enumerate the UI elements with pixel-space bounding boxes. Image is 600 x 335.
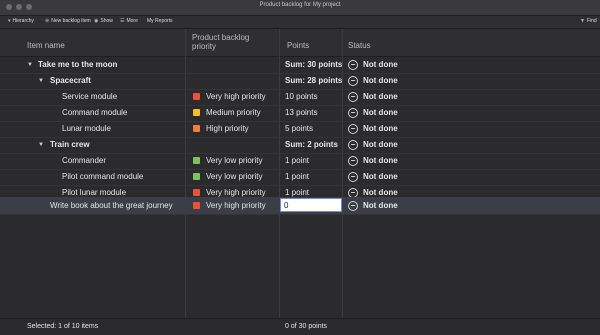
more-button[interactable]: ☰ More (120, 18, 138, 24)
item-priority[interactable]: High priority (206, 124, 249, 133)
disclosure-triangle-icon[interactable]: ▼ (38, 78, 44, 84)
item-status: Not done (363, 188, 398, 197)
item-name: Command module (62, 108, 128, 117)
item-status: Not done (363, 156, 398, 165)
my-reports-label: My Reports (147, 18, 173, 24)
title-bar: Product backlog for My project (0, 0, 600, 16)
not-done-icon[interactable] (348, 60, 358, 70)
item-status: Not done (363, 172, 398, 181)
priority-swatch (193, 173, 200, 180)
new-backlog-item-label: New backlog item (51, 18, 91, 24)
item-points[interactable]: 10 points (285, 92, 317, 101)
table-row[interactable]: ▼ Take me to the moon Sum: 30 points Not… (0, 57, 600, 74)
item-status: Not done (363, 76, 398, 85)
item-points: Sum: 2 points (285, 140, 338, 149)
item-name: Write book about the great journey (50, 201, 173, 210)
more-label: More (126, 18, 138, 24)
points-edit-value: 0 (284, 201, 289, 210)
item-status: Not done (363, 201, 398, 210)
item-points[interactable]: 5 points (285, 124, 313, 133)
item-name: Pilot lunar module (62, 188, 127, 197)
disclosure-triangle-icon[interactable]: ▼ (38, 142, 44, 148)
show-button[interactable]: ◉ Show (94, 18, 113, 24)
find-label: Find (586, 18, 597, 24)
not-done-icon[interactable] (348, 92, 358, 102)
not-done-icon[interactable] (348, 201, 358, 211)
table-row[interactable]: ▼ Train crew Sum: 2 points Not done (0, 137, 600, 154)
priority-swatch (193, 109, 200, 116)
item-priority[interactable]: Very high priority (206, 188, 266, 197)
item-status: Not done (363, 60, 398, 69)
table-row[interactable]: Service module Very high priority 10 poi… (0, 89, 600, 106)
show-label: Show (100, 18, 113, 24)
priority-swatch (193, 93, 200, 100)
my-reports-button[interactable]: My Reports (147, 18, 173, 24)
item-name: Pilot command module (62, 172, 144, 181)
item-name: Spacecraft (50, 76, 91, 85)
not-done-icon[interactable] (348, 108, 358, 118)
priority-swatch (193, 125, 200, 132)
table-row[interactable]: Pilot command module Very low priority 1… (0, 169, 600, 186)
item-name: Service module (62, 92, 118, 101)
eye-icon: ◉ (94, 18, 99, 24)
menu-icon: ☰ (120, 18, 125, 24)
item-priority[interactable]: Very low priority (206, 156, 262, 165)
points-edit-input[interactable]: 0 (280, 198, 342, 212)
window-title: Product backlog for My project (259, 2, 341, 8)
table-row[interactable]: Lunar module High priority 5 points Not … (0, 121, 600, 138)
not-done-icon[interactable] (348, 156, 358, 166)
not-done-icon[interactable] (348, 76, 358, 86)
item-points: Sum: 28 points (285, 76, 343, 85)
item-name: Take me to the moon (38, 60, 118, 69)
not-done-icon[interactable] (348, 172, 358, 182)
item-points[interactable]: 13 points (285, 108, 317, 117)
item-priority[interactable]: Medium priority (206, 108, 261, 117)
priority-swatch (193, 189, 200, 196)
not-done-icon[interactable] (348, 124, 358, 134)
item-points: Sum: 30 points (285, 60, 343, 69)
priority-swatch (193, 157, 200, 164)
item-name: Lunar module (62, 124, 111, 133)
priority-swatch (193, 202, 200, 209)
item-priority[interactable]: Very high priority (206, 92, 266, 101)
column-item-name[interactable]: Item name (27, 41, 65, 50)
disclosure-triangle-icon[interactable]: ▼ (27, 62, 33, 68)
item-name: Train crew (50, 140, 90, 149)
table-row[interactable]: Commander Very low priority 1 point Not … (0, 153, 600, 170)
table-row[interactable]: Command module Medium priority 13 points… (0, 105, 600, 122)
hierarchy-button[interactable]: ▾ Hierarchy (8, 18, 34, 24)
item-priority[interactable]: Very high priority (206, 201, 266, 210)
column-points[interactable]: Points (287, 41, 309, 50)
item-status: Not done (363, 92, 398, 101)
column-priority[interactable]: Product backlog priority (192, 33, 272, 51)
table-row[interactable]: ▼ Spacecraft Sum: 28 points Not done (0, 73, 600, 90)
item-priority[interactable]: Very low priority (206, 172, 262, 181)
item-name: Commander (62, 156, 107, 165)
item-status: Not done (363, 140, 398, 149)
column-header: Item name Product backlog priority Point… (0, 29, 600, 57)
points-total: 0 of 30 points (285, 323, 328, 330)
new-item-icon: ⊕ (45, 18, 50, 24)
toolbar: ▾ Hierarchy ⊕ New backlog item ◉ Show ☰ … (0, 16, 600, 29)
item-points[interactable]: 1 point (285, 156, 309, 165)
item-status: Not done (363, 124, 398, 133)
hierarchy-label: Hierarchy (12, 18, 34, 24)
find-button[interactable]: ▼ Find (580, 18, 597, 24)
selection-count: Selected: 1 of 10 items (27, 323, 99, 330)
new-backlog-item-button[interactable]: ⊕ New backlog item (45, 18, 91, 24)
chevron-down-icon: ▾ (8, 18, 11, 24)
item-points[interactable]: 1 point (285, 172, 309, 181)
status-bar: Selected: 1 of 10 items 0 of 30 points (0, 318, 600, 335)
filter-icon: ▼ (580, 18, 585, 24)
column-status[interactable]: Status (348, 41, 371, 50)
item-status: Not done (363, 108, 398, 117)
not-done-icon[interactable] (348, 140, 358, 150)
item-points[interactable]: 1 point (285, 188, 309, 197)
